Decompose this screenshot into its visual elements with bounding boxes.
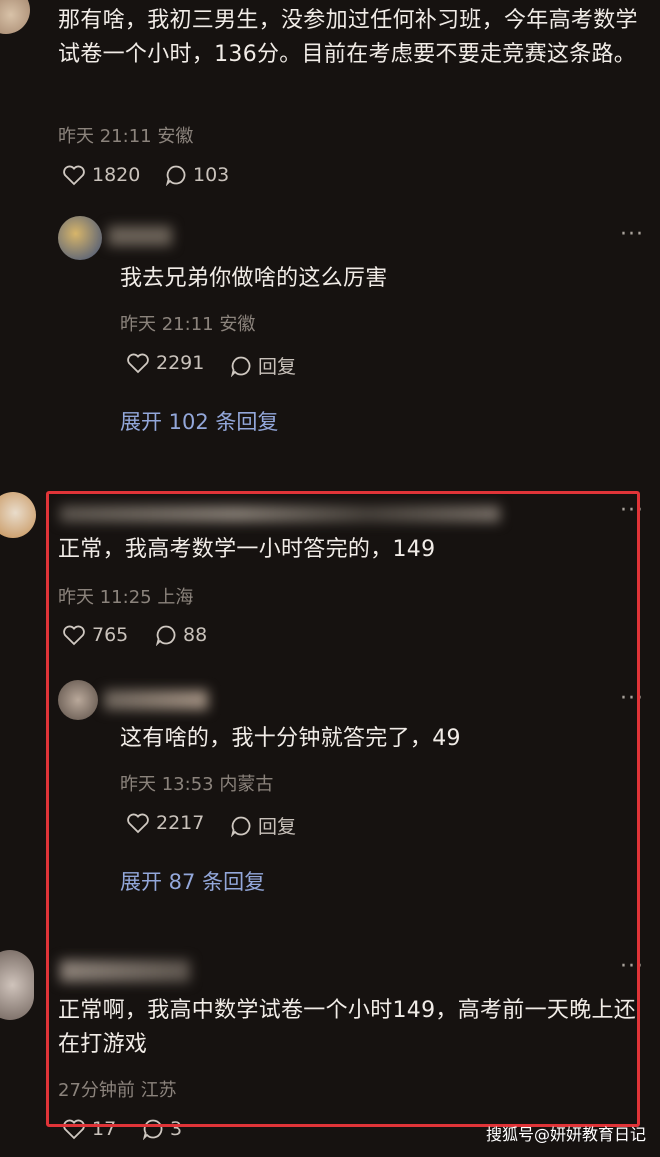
reply-label: 回复 — [258, 356, 297, 378]
avatar[interactable] — [0, 950, 34, 1020]
reply-button[interactable]: 回复 — [230, 352, 296, 379]
comment-text: 那有啥，我初三男生，没参加过任何补习班，今年高考数学试卷一个小时，136分。目前… — [58, 8, 638, 67]
reply-button[interactable]: 103 — [165, 164, 229, 186]
reply-text: 我去兄弟你做啥的这么厉害 — [120, 266, 388, 291]
like-count: 1820 — [92, 164, 141, 186]
avatar[interactable] — [0, 0, 30, 34]
reply-meta: 昨天 21:11 安徽 — [120, 314, 256, 335]
watermark: 搜狐号@妍妍教育日记 — [485, 1125, 646, 1144]
reply-count: 103 — [193, 164, 230, 186]
heart-icon — [127, 353, 149, 374]
expand-replies-link[interactable]: 展开 102 条回复 — [120, 406, 278, 436]
username — [108, 226, 172, 246]
like-count: 2291 — [156, 352, 205, 374]
highlight-box — [46, 491, 640, 1127]
comment-icon — [165, 165, 186, 186]
avatar[interactable] — [58, 216, 102, 260]
avatar[interactable] — [0, 492, 36, 538]
more-options-button[interactable]: ··· — [620, 222, 644, 247]
heart-icon — [63, 165, 85, 186]
comment-meta: 昨天 21:11 安徽 — [58, 126, 194, 147]
comment-icon — [230, 356, 251, 377]
like-button[interactable]: 2291 — [126, 352, 204, 374]
like-button[interactable]: 1820 — [62, 164, 140, 186]
